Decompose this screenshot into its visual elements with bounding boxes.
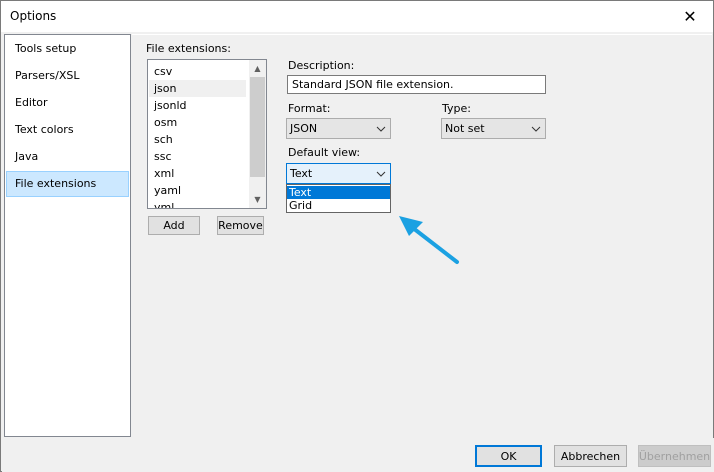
chevron-down-icon [375,164,387,183]
list-scrollbar[interactable]: ▲ ▼ [249,60,266,208]
file-extensions-list[interactable]: csv json jsonld osm sch ssc xml yaml yml… [147,59,267,209]
list-item[interactable]: csv [149,63,246,80]
scroll-up-icon[interactable]: ▲ [249,60,266,77]
file-extensions-label: File extensions: [146,42,231,55]
dropdown-option-grid[interactable]: Grid [287,199,390,212]
default-view-select[interactable]: Text [286,163,391,184]
description-label: Description: [288,59,355,72]
nav-item-tools-setup[interactable]: Tools setup [6,36,129,62]
options-dialog: Options ✕ Tools setup Parsers/XSL Editor… [0,0,714,472]
list-item[interactable]: xml [149,165,246,182]
nav-item-text-colors[interactable]: Text colors [6,117,129,143]
list-item[interactable]: osm [149,114,246,131]
type-value: Not set [445,122,485,135]
nav-item-editor[interactable]: Editor [6,90,129,116]
scroll-down-icon[interactable]: ▼ [249,191,266,208]
apply-button[interactable]: Übernehmen [638,445,711,467]
nav-item-parsers-xsl[interactable]: Parsers/XSL [6,63,129,89]
cancel-button[interactable]: Abbrechen [554,445,627,467]
type-label: Type: [442,102,471,115]
list-item[interactable]: yml [149,199,246,208]
description-field[interactable]: Standard JSON file extension. [287,75,546,94]
scroll-thumb[interactable] [250,77,265,177]
default-view-label: Default view: [288,146,361,159]
category-list: Tools setup Parsers/XSL Editor Text colo… [4,34,131,437]
list-item[interactable]: ssc [149,148,246,165]
format-select[interactable]: JSON [286,118,391,139]
list-item[interactable]: json [149,80,246,97]
close-icon[interactable]: ✕ [667,1,713,32]
ok-button[interactable]: OK [475,445,542,467]
annotation-arrow-icon [399,216,459,264]
title-bar: Options ✕ [1,1,713,32]
window-title: Options [10,9,57,23]
dropdown-option-text[interactable]: Text [287,186,390,199]
format-value: JSON [290,122,318,135]
add-button[interactable]: Add [148,216,200,235]
type-select[interactable]: Not set [441,118,546,139]
list-item[interactable]: sch [149,131,246,148]
chevron-down-icon [530,119,542,138]
nav-item-file-extensions[interactable]: File extensions [6,171,129,197]
nav-item-java[interactable]: Java [6,144,129,170]
chevron-down-icon [375,119,387,138]
default-view-value: Text [290,167,313,180]
remove-button[interactable]: Remove [217,216,264,235]
format-label: Format: [288,102,331,115]
default-view-dropdown: Text Grid [286,184,391,213]
list-item[interactable]: jsonld [149,97,246,114]
list-item[interactable]: yaml [149,182,246,199]
